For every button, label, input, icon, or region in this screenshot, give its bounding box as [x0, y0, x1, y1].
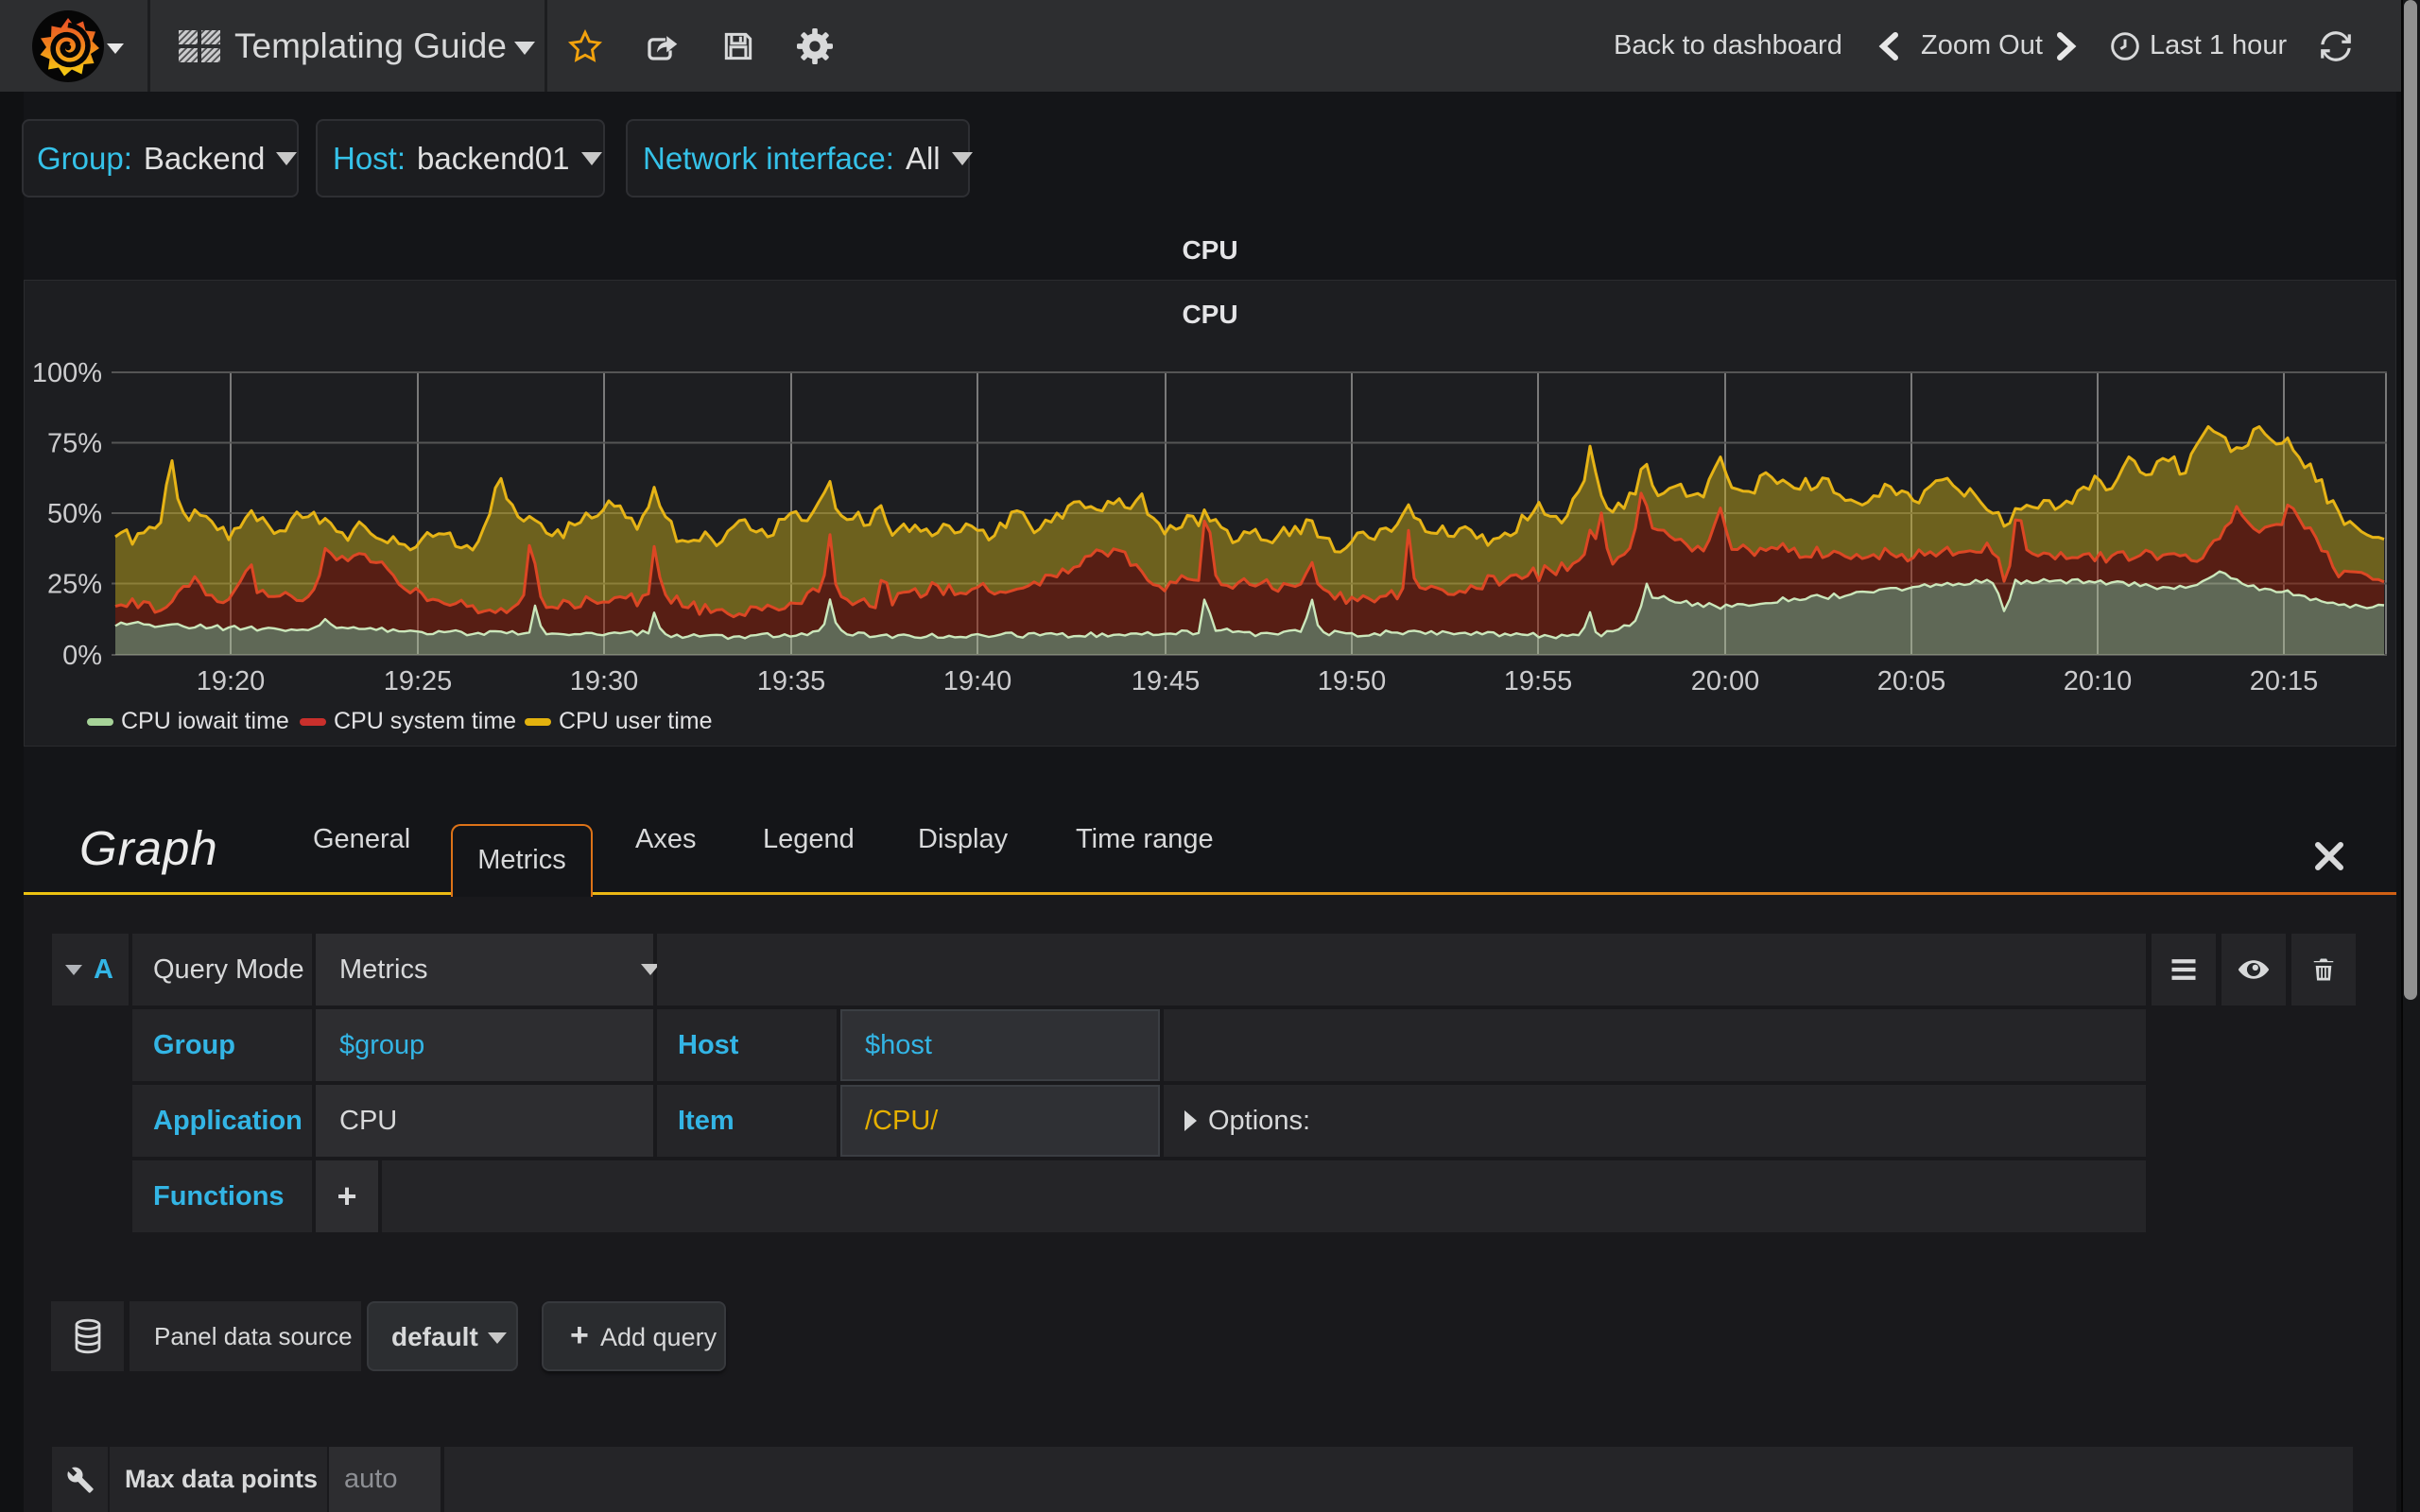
svg-text:50%: 50%	[47, 499, 102, 529]
svg-text:19:35: 19:35	[757, 666, 826, 696]
svg-text:19:50: 19:50	[1318, 666, 1387, 696]
svg-text:19:55: 19:55	[1504, 666, 1573, 696]
svg-text:20:15: 20:15	[2250, 666, 2319, 696]
svg-text:19:30: 19:30	[570, 666, 639, 696]
svg-text:19:40: 19:40	[943, 666, 1012, 696]
svg-text:20:05: 20:05	[1877, 666, 1946, 696]
svg-text:20:00: 20:00	[1691, 666, 1760, 696]
svg-text:100%: 100%	[32, 358, 102, 388]
svg-text:19:25: 19:25	[384, 666, 453, 696]
svg-text:0%: 0%	[62, 641, 102, 671]
svg-text:20:10: 20:10	[2064, 666, 2133, 696]
svg-text:25%: 25%	[47, 570, 102, 600]
svg-text:75%: 75%	[47, 429, 102, 459]
svg-text:19:20: 19:20	[197, 666, 266, 696]
svg-text:19:45: 19:45	[1132, 666, 1201, 696]
